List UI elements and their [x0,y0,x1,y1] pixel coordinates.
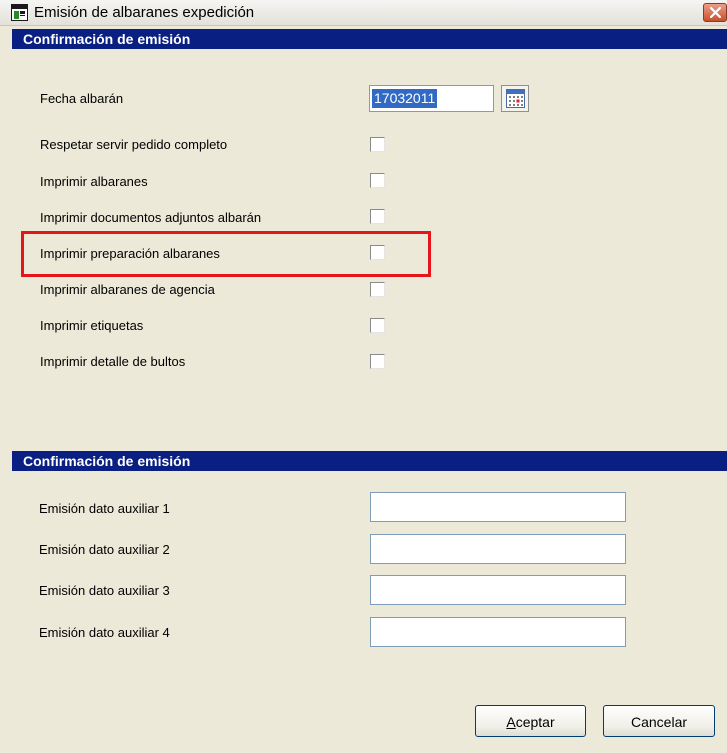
aux-input-2[interactable] [370,534,626,564]
date-field[interactable]: 17032011 [369,85,494,112]
aux-input-3[interactable] [370,575,626,605]
aux-input-1[interactable] [370,492,626,522]
checkbox-documentos-adjuntos[interactable] [370,209,385,224]
option-label-agencia: Imprimir albaranes de agencia [40,282,215,297]
highlight-box [21,231,431,277]
window-title: Emisión de albaranes expedición [34,4,255,21]
aux-input-4[interactable] [370,617,626,647]
option-label-imprimir-albaranes: Imprimir albaranes [40,174,148,189]
calendar-button[interactable] [501,85,529,112]
accept-label-rest: ceptar [515,714,555,730]
title-bar: Emisión de albaranes expedición [0,0,727,26]
date-label: Fecha albarán [40,91,124,106]
checkbox-agencia[interactable] [370,282,385,297]
option-label-documentos-adjuntos: Imprimir documentos adjuntos albarán [40,210,262,225]
option-label-etiquetas: Imprimir etiquetas [40,318,144,333]
option-label-detalle-bultos: Imprimir detalle de bultos [40,354,186,369]
window-app-icon [11,4,28,21]
accept-mnemonic: A [506,714,516,730]
accept-button[interactable]: Aceptar [475,705,586,737]
aux-label-1: Emisión dato auxiliar 1 [39,501,170,516]
aux-label-3: Emisión dato auxiliar 3 [39,583,170,598]
aux-label-2: Emisión dato auxiliar 2 [39,542,170,557]
close-icon [710,7,721,18]
section-header-confirmacion-2: Confirmación de emisión [12,451,727,471]
date-value: 17032011 [372,89,438,108]
checkbox-detalle-bultos[interactable] [370,354,385,369]
section-header-confirmacion: Confirmación de emisión [12,29,727,49]
checkbox-respetar[interactable] [370,137,385,152]
close-button[interactable] [703,3,727,22]
calendar-icon [506,89,525,108]
checkbox-etiquetas[interactable] [370,318,385,333]
aux-label-4: Emisión dato auxiliar 4 [39,625,170,640]
option-label-respetar: Respetar servir pedido completo [40,137,228,152]
cancel-button[interactable]: Cancelar [603,705,715,737]
checkbox-imprimir-albaranes[interactable] [370,173,385,188]
dialog-window: Emisión de albaranes expedición Confirma… [0,0,727,753]
